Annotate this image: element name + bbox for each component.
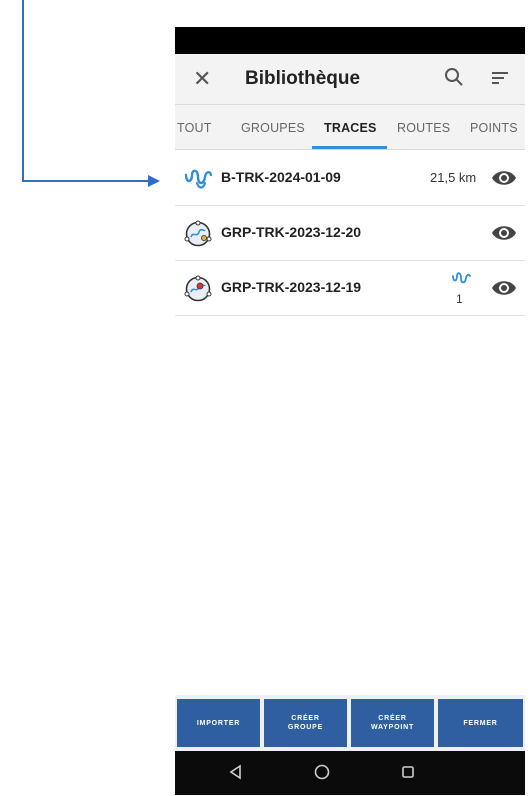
list-item[interactable]: GRP-TRK-2023-12-19 1 bbox=[175, 261, 525, 316]
eye-icon[interactable] bbox=[491, 278, 517, 298]
group-track-icon bbox=[184, 220, 212, 247]
close-button[interactable]: FERMER bbox=[438, 699, 523, 747]
tab-points[interactable]: POINTS bbox=[470, 121, 518, 135]
track-count: 1 bbox=[456, 292, 463, 306]
sort-icon[interactable] bbox=[489, 67, 511, 89]
status-bar bbox=[175, 27, 525, 54]
annotation-arrow-line-horizontal bbox=[22, 180, 150, 182]
app-bar: ✕ Bibliothèque bbox=[175, 54, 525, 105]
track-count-icon bbox=[452, 272, 471, 284]
active-tab-indicator bbox=[312, 146, 387, 149]
recents-icon[interactable] bbox=[398, 762, 418, 782]
back-icon[interactable] bbox=[226, 762, 246, 782]
track-icon bbox=[184, 169, 213, 189]
tab-routes[interactable]: ROUTES bbox=[397, 121, 450, 135]
item-name: B-TRK-2024-01-09 bbox=[221, 169, 341, 185]
tab-tout[interactable]: TOUT bbox=[177, 121, 212, 135]
home-icon[interactable] bbox=[312, 762, 332, 782]
item-name: GRP-TRK-2023-12-19 bbox=[221, 279, 362, 295]
annotation-arrow-head bbox=[148, 175, 160, 187]
system-nav-bar bbox=[175, 751, 525, 795]
list-item[interactable]: GRP-TRK-2023-12-20 bbox=[175, 206, 525, 261]
action-bar: IMPORTER CRÉER GROUPE CRÉER WAYPOINT FER… bbox=[175, 695, 525, 751]
group-track-icon bbox=[184, 275, 212, 302]
page-title: Bibliothèque bbox=[245, 68, 361, 89]
list-item[interactable]: B-TRK-2024-01-09 21,5 km bbox=[175, 151, 525, 206]
phone-screen: ✕ Bibliothèque TOUT GROUPES TRACES ROUTE… bbox=[175, 27, 525, 795]
tab-groupes[interactable]: GROUPES bbox=[241, 121, 305, 135]
item-name: GRP-TRK-2023-12-20 bbox=[221, 224, 362, 240]
search-icon[interactable] bbox=[443, 66, 465, 88]
tab-bar: TOUT GROUPES TRACES ROUTES POINTS bbox=[175, 105, 525, 150]
item-distance: 21,5 km bbox=[430, 170, 477, 185]
tab-traces[interactable]: TRACES bbox=[324, 121, 377, 135]
import-button[interactable]: IMPORTER bbox=[177, 699, 260, 747]
create-waypoint-button[interactable]: CRÉER WAYPOINT bbox=[351, 699, 434, 747]
annotation-arrow-line bbox=[22, 0, 24, 182]
create-group-button[interactable]: CRÉER GROUPE bbox=[264, 699, 347, 747]
eye-icon[interactable] bbox=[491, 168, 517, 188]
eye-icon[interactable] bbox=[491, 223, 517, 243]
close-icon[interactable]: ✕ bbox=[193, 67, 211, 91]
